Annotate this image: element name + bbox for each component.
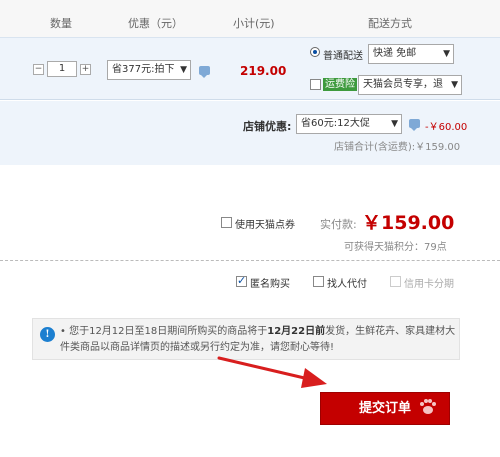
- divider: [0, 260, 500, 261]
- use-points-label: 使用天猫点券: [235, 220, 295, 231]
- earn-points-text: 可获得天猫积分：79点: [344, 242, 447, 253]
- shop-discount-select-value: 省60元:12大促: [301, 118, 370, 129]
- delivery-select[interactable]: 快递 免邮 ▼: [368, 44, 454, 64]
- credit-installment-checkbox[interactable]: [390, 276, 401, 287]
- column-subtotal: 小计(元): [233, 17, 275, 30]
- actual-payment-amount: ￥159.00: [362, 212, 455, 234]
- paw-icon: [420, 399, 436, 414]
- normal-delivery-radio[interactable]: [310, 47, 320, 57]
- column-quantity: 数量: [50, 17, 72, 30]
- normal-delivery-label: 普通配送: [323, 51, 363, 62]
- notice-prefix: • 您于12月12日至18日期间所购买的商品将于: [60, 326, 268, 337]
- shop-discount-amount: -￥60.00: [425, 122, 468, 133]
- column-discount: 优惠（元）: [128, 17, 183, 30]
- shop-total: 店铺合计(含运费):￥159.00: [334, 142, 461, 153]
- arrow-annotation-icon: [217, 356, 327, 388]
- insurance-checkbox[interactable]: [310, 79, 321, 90]
- quantity-increase-button[interactable]: +: [80, 64, 91, 75]
- anonymous-checkbox[interactable]: [236, 274, 247, 287]
- promo-select-value: 省377元:拍下: [112, 64, 175, 75]
- message-icon[interactable]: [199, 66, 210, 78]
- insurance-select[interactable]: 天猫会员专享，退 ▼: [358, 75, 462, 95]
- item-subtotal: 219.00: [240, 64, 287, 78]
- proxy-pay-checkbox[interactable]: [313, 276, 324, 287]
- shop-discount-label: 店铺优惠:: [243, 120, 292, 133]
- promo-select[interactable]: 省377元:拍下 ▼: [107, 60, 191, 80]
- shop-discount-select[interactable]: 省60元:12大促 ▼: [296, 114, 402, 134]
- insurance-label: 运费险: [323, 78, 357, 91]
- chevron-down-icon: ▼: [451, 80, 458, 90]
- info-icon: !: [40, 327, 55, 342]
- delivery-select-value: 快递 免邮: [373, 48, 417, 59]
- column-delivery: 配送方式: [368, 17, 412, 30]
- chevron-down-icon: ▼: [391, 119, 398, 129]
- submit-order-label: 提交订单: [358, 401, 411, 416]
- quantity-input[interactable]: 1: [47, 61, 77, 77]
- credit-installment-label: 信用卡分期: [404, 279, 454, 290]
- actual-payment-label: 实付款:: [320, 218, 357, 231]
- proxy-pay-label: 找人代付: [327, 279, 367, 290]
- chevron-down-icon: ▼: [443, 49, 450, 59]
- use-points-checkbox[interactable]: [221, 217, 232, 228]
- quantity-decrease-button[interactable]: −: [33, 64, 44, 75]
- message-icon[interactable]: [409, 119, 420, 131]
- anonymous-label: 匿名购买: [250, 279, 290, 290]
- chevron-down-icon: ▼: [180, 65, 187, 75]
- insurance-select-value: 天猫会员专享，退: [363, 79, 443, 90]
- notice-date: 12月22日前: [267, 326, 326, 337]
